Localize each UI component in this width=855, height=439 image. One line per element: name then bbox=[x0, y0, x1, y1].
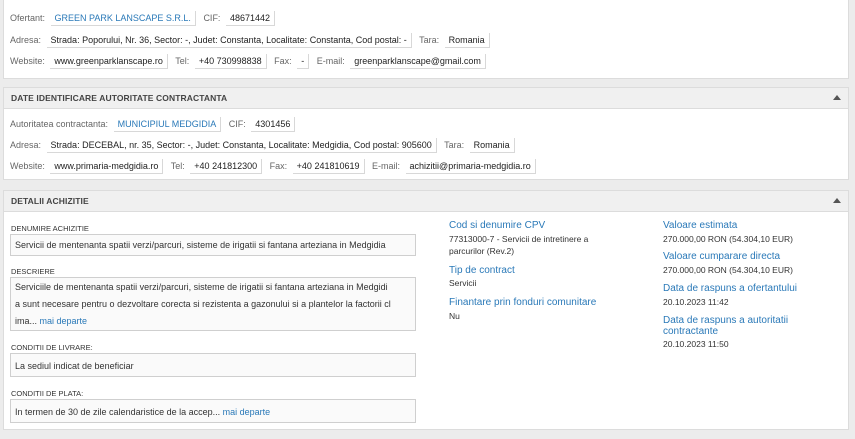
autoritate-tel-label: Tel: bbox=[170, 161, 185, 171]
descriere-label: DESCRIERE bbox=[11, 267, 55, 276]
valoare-estimata-title: Valoare estimata bbox=[663, 220, 738, 231]
raspuns-autoritate-title-2: contractante bbox=[663, 326, 719, 337]
autoritate-row: Autoritatea contractanta: MUNICIPIUL MED… bbox=[10, 117, 300, 132]
autoritate-tel-value: +40 241812300 bbox=[190, 159, 263, 174]
ofertant-name-link[interactable]: GREEN PARK LANSCAPE S.R.L. bbox=[50, 11, 196, 26]
achizitie-header: DETALII ACHIZITIE bbox=[4, 191, 848, 212]
cpv-title: Cod si denumire CPV bbox=[449, 220, 546, 231]
denumire-value: Servicii de mentenanta spatii verzi/parc… bbox=[15, 240, 386, 250]
autoritate-country-label: Tara: bbox=[444, 140, 465, 150]
fonduri-value: Nu bbox=[449, 311, 460, 321]
livrare-label: CONDITII DE LIVRARE: bbox=[11, 343, 93, 352]
tip-contract-value: Servicii bbox=[449, 278, 477, 288]
autoritate-panel: DATE IDENTIFICARE AUTORITATE CONTRACTANT… bbox=[3, 87, 849, 180]
ofertant-website-value: www.greenparklanscape.ro bbox=[50, 54, 168, 69]
plata-field: In termen de 30 de zile calendaristice d… bbox=[10, 399, 416, 423]
ofertant-panel: Ofertant: GREEN PARK LANSCAPE S.R.L. CIF… bbox=[3, 0, 849, 79]
livrare-field: La sediul indicat de beneficiar bbox=[10, 353, 416, 377]
raspuns-autoritate-value: 20.10.2023 11:50 bbox=[663, 339, 729, 349]
plata-more-link[interactable]: mai departe bbox=[223, 407, 271, 417]
descriere-line-2: a sunt necesare pentru o dezvoltare core… bbox=[15, 299, 391, 309]
collapse-chevron-up-icon[interactable] bbox=[833, 95, 841, 100]
raspuns-ofertant-title: Data de raspuns a ofertantului bbox=[663, 283, 797, 294]
plata-value: In termen de 30 de zile calendaristice d… bbox=[15, 407, 221, 417]
autoritate-email-label: E-mail: bbox=[372, 161, 401, 171]
ofertant-country-value: Romania bbox=[444, 33, 490, 48]
ofertant-address-value: Strada: Poporului, Nr. 36, Sector: -, Ju… bbox=[46, 33, 412, 48]
cpv-line-2: parcurilor (Rev.2) bbox=[449, 246, 515, 256]
ofertant-email-label: E-mail: bbox=[316, 56, 345, 66]
autoritate-contact-row: Website: www.primaria-medgidia.ro Tel: +… bbox=[10, 159, 541, 174]
raspuns-autoritate-title-1: Data de raspuns a autoritatii bbox=[663, 315, 789, 326]
ofertant-website-label: Website: bbox=[10, 56, 45, 66]
livrare-value: La sediul indicat de beneficiar bbox=[15, 361, 134, 371]
achizitie-panel: DETALII ACHIZITIE DENUMIRE ACHIZITIE Ser… bbox=[3, 190, 849, 430]
descriere-field: Serviciile de mentenanta spatii verzi/pa… bbox=[10, 277, 416, 331]
ofertant-country-label: Tara: bbox=[419, 35, 440, 45]
ofertant-row: Ofertant: GREEN PARK LANSCAPE S.R.L. CIF… bbox=[10, 11, 280, 26]
ofertant-label: Ofertant: bbox=[10, 13, 46, 23]
ofertant-address-row: Adresa: Strada: Poporului, Nr. 36, Secto… bbox=[10, 33, 495, 48]
autoritate-cif-label: CIF: bbox=[228, 119, 246, 129]
descriere-line-3-text: ima... bbox=[15, 316, 38, 326]
ofertant-fax-label: Fax: bbox=[274, 56, 292, 66]
ofertant-cif-value: 48671442 bbox=[225, 11, 275, 26]
ofertant-cif-label: CIF: bbox=[203, 13, 221, 23]
ofertant-fax-value: - bbox=[297, 54, 310, 69]
autoritate-name-link[interactable]: MUNICIPIUL MEDGIDIA bbox=[113, 117, 222, 132]
autoritate-website-value: www.primaria-medgidia.ro bbox=[50, 159, 164, 174]
autoritate-fax-label: Fax: bbox=[269, 161, 288, 171]
collapse-chevron-up-icon[interactable] bbox=[833, 198, 841, 203]
valoare-estimata-value: 270.000,00 RON (54.304,10 EUR) bbox=[663, 234, 793, 244]
ofertant-tel-label: Tel: bbox=[175, 56, 190, 66]
descriere-line-3: ima... mai departe bbox=[15, 313, 411, 330]
denumire-label: DENUMIRE ACHIZITIE bbox=[11, 224, 89, 233]
denumire-field: Servicii de mentenanta spatii verzi/parc… bbox=[10, 234, 416, 256]
plata-label: CONDITII DE PLATA: bbox=[11, 389, 84, 398]
autoritate-cif-value: 4301456 bbox=[251, 117, 296, 132]
achizitie-title: DETALII ACHIZITIE bbox=[11, 196, 89, 206]
autoritate-address-label: Adresa: bbox=[10, 140, 42, 150]
ofertant-tel-value: +40 730998838 bbox=[194, 54, 267, 69]
autoritate-email-value: achizitii@primaria-medgidia.ro bbox=[405, 159, 536, 174]
ofertant-contact-row: Website: www.greenparklanscape.ro Tel: +… bbox=[10, 54, 491, 69]
descriere-more-link[interactable]: mai departe bbox=[40, 316, 88, 326]
autoritate-fax-value: +40 241810619 bbox=[292, 159, 365, 174]
ofertant-email-value: greenparklanscape@gmail.com bbox=[350, 54, 486, 69]
autoritate-address-value: Strada: DECEBAL, nr. 35, Sector: -, Jude… bbox=[46, 138, 437, 153]
autoritate-header: DATE IDENTIFICARE AUTORITATE CONTRACTANT… bbox=[4, 88, 848, 109]
autoritate-country-value: Romania bbox=[469, 138, 515, 153]
fonduri-title: Finantare prin fonduri comunitare bbox=[449, 297, 597, 308]
valoare-cumparare-title: Valoare cumparare directa bbox=[663, 251, 781, 262]
ofertant-address-label: Adresa: bbox=[10, 35, 42, 45]
tip-contract-title: Tip de contract bbox=[449, 265, 515, 276]
cpv-line-1: 77313000-7 - Servicii de intretinere a bbox=[449, 234, 589, 244]
valoare-cumparare-value: 270.000,00 RON (54.304,10 EUR) bbox=[663, 265, 793, 275]
autoritate-address-row: Adresa: Strada: DECEBAL, nr. 35, Sector:… bbox=[10, 138, 520, 153]
autoritate-website-label: Website: bbox=[10, 161, 45, 171]
descriere-line-1: Serviciile de mentenanta spatii verzi/pa… bbox=[15, 282, 388, 292]
autoritate-title: DATE IDENTIFICARE AUTORITATE CONTRACTANT… bbox=[11, 93, 228, 103]
raspuns-ofertant-value: 20.10.2023 11:42 bbox=[663, 297, 729, 307]
autoritate-label: Autoritatea contractanta: bbox=[10, 119, 109, 129]
